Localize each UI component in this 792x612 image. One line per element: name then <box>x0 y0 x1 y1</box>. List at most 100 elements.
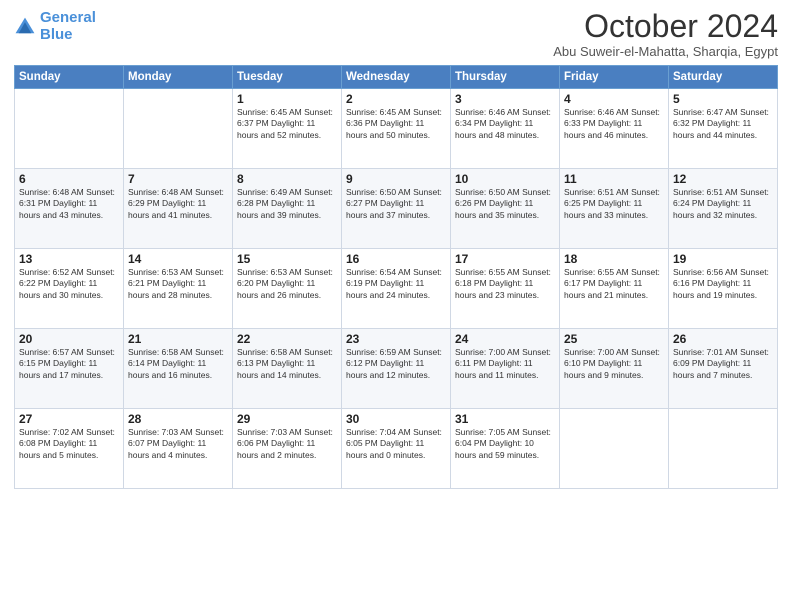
day-number: 15 <box>237 252 337 266</box>
day-number: 14 <box>128 252 228 266</box>
cell-info: Sunrise: 6:53 AM Sunset: 6:21 PM Dayligh… <box>128 267 228 301</box>
cell-info: Sunrise: 6:58 AM Sunset: 6:14 PM Dayligh… <box>128 347 228 381</box>
day-number: 4 <box>564 92 664 106</box>
day-number: 18 <box>564 252 664 266</box>
day-number: 28 <box>128 412 228 426</box>
day-number: 1 <box>237 92 337 106</box>
col-wednesday: Wednesday <box>342 66 451 89</box>
month-title: October 2024 <box>553 10 778 42</box>
cell-w2-d4: 9Sunrise: 6:50 AM Sunset: 6:27 PM Daylig… <box>342 169 451 249</box>
day-number: 25 <box>564 332 664 346</box>
cell-w3-d3: 15Sunrise: 6:53 AM Sunset: 6:20 PM Dayli… <box>233 249 342 329</box>
location-subtitle: Abu Suweir-el-Mahatta, Sharqia, Egypt <box>553 44 778 59</box>
day-number: 11 <box>564 172 664 186</box>
cell-w1-d6: 4Sunrise: 6:46 AM Sunset: 6:33 PM Daylig… <box>560 89 669 169</box>
cell-w4-d6: 25Sunrise: 7:00 AM Sunset: 6:10 PM Dayli… <box>560 329 669 409</box>
week-row-4: 20Sunrise: 6:57 AM Sunset: 6:15 PM Dayli… <box>15 329 778 409</box>
cell-info: Sunrise: 6:49 AM Sunset: 6:28 PM Dayligh… <box>237 187 337 221</box>
cell-w2-d5: 10Sunrise: 6:50 AM Sunset: 6:26 PM Dayli… <box>451 169 560 249</box>
cell-w5-d5: 31Sunrise: 7:05 AM Sunset: 6:04 PM Dayli… <box>451 409 560 489</box>
cell-w5-d6 <box>560 409 669 489</box>
day-number: 6 <box>19 172 119 186</box>
cell-w4-d4: 23Sunrise: 6:59 AM Sunset: 6:12 PM Dayli… <box>342 329 451 409</box>
cell-info: Sunrise: 7:00 AM Sunset: 6:10 PM Dayligh… <box>564 347 664 381</box>
cell-info: Sunrise: 6:48 AM Sunset: 6:31 PM Dayligh… <box>19 187 119 221</box>
cell-w3-d4: 16Sunrise: 6:54 AM Sunset: 6:19 PM Dayli… <box>342 249 451 329</box>
day-number: 29 <box>237 412 337 426</box>
col-thursday: Thursday <box>451 66 560 89</box>
day-number: 9 <box>346 172 446 186</box>
cell-info: Sunrise: 6:45 AM Sunset: 6:36 PM Dayligh… <box>346 107 446 141</box>
cell-w4-d5: 24Sunrise: 7:00 AM Sunset: 6:11 PM Dayli… <box>451 329 560 409</box>
cell-w2-d3: 8Sunrise: 6:49 AM Sunset: 6:28 PM Daylig… <box>233 169 342 249</box>
cell-info: Sunrise: 6:59 AM Sunset: 6:12 PM Dayligh… <box>346 347 446 381</box>
day-number: 17 <box>455 252 555 266</box>
day-number: 31 <box>455 412 555 426</box>
cell-w5-d3: 29Sunrise: 7:03 AM Sunset: 6:06 PM Dayli… <box>233 409 342 489</box>
day-number: 10 <box>455 172 555 186</box>
cell-w1-d1 <box>15 89 124 169</box>
cell-info: Sunrise: 6:45 AM Sunset: 6:37 PM Dayligh… <box>237 107 337 141</box>
cell-w4-d3: 22Sunrise: 6:58 AM Sunset: 6:13 PM Dayli… <box>233 329 342 409</box>
calendar-table: Sunday Monday Tuesday Wednesday Thursday… <box>14 65 778 489</box>
col-tuesday: Tuesday <box>233 66 342 89</box>
cell-w4-d2: 21Sunrise: 6:58 AM Sunset: 6:14 PM Dayli… <box>124 329 233 409</box>
cell-w1-d5: 3Sunrise: 6:46 AM Sunset: 6:34 PM Daylig… <box>451 89 560 169</box>
cell-w5-d1: 27Sunrise: 7:02 AM Sunset: 6:08 PM Dayli… <box>15 409 124 489</box>
day-number: 23 <box>346 332 446 346</box>
cell-info: Sunrise: 7:05 AM Sunset: 6:04 PM Dayligh… <box>455 427 555 461</box>
logo-text: General Blue <box>40 10 96 43</box>
cell-w4-d7: 26Sunrise: 7:01 AM Sunset: 6:09 PM Dayli… <box>669 329 778 409</box>
cell-info: Sunrise: 6:53 AM Sunset: 6:20 PM Dayligh… <box>237 267 337 301</box>
cell-info: Sunrise: 6:57 AM Sunset: 6:15 PM Dayligh… <box>19 347 119 381</box>
col-monday: Monday <box>124 66 233 89</box>
day-number: 24 <box>455 332 555 346</box>
day-number: 19 <box>673 252 773 266</box>
page: General Blue October 2024 Abu Suweir-el-… <box>0 0 792 612</box>
col-friday: Friday <box>560 66 669 89</box>
cell-info: Sunrise: 6:56 AM Sunset: 6:16 PM Dayligh… <box>673 267 773 301</box>
cell-info: Sunrise: 6:48 AM Sunset: 6:29 PM Dayligh… <box>128 187 228 221</box>
logo-line1: General <box>40 9 96 26</box>
cell-info: Sunrise: 6:51 AM Sunset: 6:24 PM Dayligh… <box>673 187 773 221</box>
day-number: 7 <box>128 172 228 186</box>
logo-line2: Blue <box>40 26 73 43</box>
cell-info: Sunrise: 6:58 AM Sunset: 6:13 PM Dayligh… <box>237 347 337 381</box>
week-row-2: 6Sunrise: 6:48 AM Sunset: 6:31 PM Daylig… <box>15 169 778 249</box>
cell-info: Sunrise: 6:46 AM Sunset: 6:34 PM Dayligh… <box>455 107 555 141</box>
cell-info: Sunrise: 6:50 AM Sunset: 6:27 PM Dayligh… <box>346 187 446 221</box>
cell-w1-d3: 1Sunrise: 6:45 AM Sunset: 6:37 PM Daylig… <box>233 89 342 169</box>
col-saturday: Saturday <box>669 66 778 89</box>
cell-w3-d5: 17Sunrise: 6:55 AM Sunset: 6:18 PM Dayli… <box>451 249 560 329</box>
cell-info: Sunrise: 7:00 AM Sunset: 6:11 PM Dayligh… <box>455 347 555 381</box>
cell-w2-d6: 11Sunrise: 6:51 AM Sunset: 6:25 PM Dayli… <box>560 169 669 249</box>
cell-info: Sunrise: 7:03 AM Sunset: 6:06 PM Dayligh… <box>237 427 337 461</box>
cell-w3-d7: 19Sunrise: 6:56 AM Sunset: 6:16 PM Dayli… <box>669 249 778 329</box>
cell-w5-d4: 30Sunrise: 7:04 AM Sunset: 6:05 PM Dayli… <box>342 409 451 489</box>
day-number: 12 <box>673 172 773 186</box>
cell-info: Sunrise: 7:04 AM Sunset: 6:05 PM Dayligh… <box>346 427 446 461</box>
day-number: 20 <box>19 332 119 346</box>
cell-w2-d2: 7Sunrise: 6:48 AM Sunset: 6:29 PM Daylig… <box>124 169 233 249</box>
cell-info: Sunrise: 6:50 AM Sunset: 6:26 PM Dayligh… <box>455 187 555 221</box>
cell-w1-d7: 5Sunrise: 6:47 AM Sunset: 6:32 PM Daylig… <box>669 89 778 169</box>
day-number: 22 <box>237 332 337 346</box>
header-row: Sunday Monday Tuesday Wednesday Thursday… <box>15 66 778 89</box>
cell-info: Sunrise: 6:46 AM Sunset: 6:33 PM Dayligh… <box>564 107 664 141</box>
logo-icon <box>14 16 36 38</box>
cell-w4-d1: 20Sunrise: 6:57 AM Sunset: 6:15 PM Dayli… <box>15 329 124 409</box>
cell-info: Sunrise: 6:54 AM Sunset: 6:19 PM Dayligh… <box>346 267 446 301</box>
day-number: 8 <box>237 172 337 186</box>
cell-w2-d1: 6Sunrise: 6:48 AM Sunset: 6:31 PM Daylig… <box>15 169 124 249</box>
cell-info: Sunrise: 7:01 AM Sunset: 6:09 PM Dayligh… <box>673 347 773 381</box>
title-block: October 2024 Abu Suweir-el-Mahatta, Shar… <box>553 10 778 59</box>
week-row-5: 27Sunrise: 7:02 AM Sunset: 6:08 PM Dayli… <box>15 409 778 489</box>
cell-w3-d6: 18Sunrise: 6:55 AM Sunset: 6:17 PM Dayli… <box>560 249 669 329</box>
day-number: 27 <box>19 412 119 426</box>
week-row-1: 1Sunrise: 6:45 AM Sunset: 6:37 PM Daylig… <box>15 89 778 169</box>
cell-info: Sunrise: 7:03 AM Sunset: 6:07 PM Dayligh… <box>128 427 228 461</box>
day-number: 30 <box>346 412 446 426</box>
day-number: 16 <box>346 252 446 266</box>
day-number: 26 <box>673 332 773 346</box>
day-number: 3 <box>455 92 555 106</box>
